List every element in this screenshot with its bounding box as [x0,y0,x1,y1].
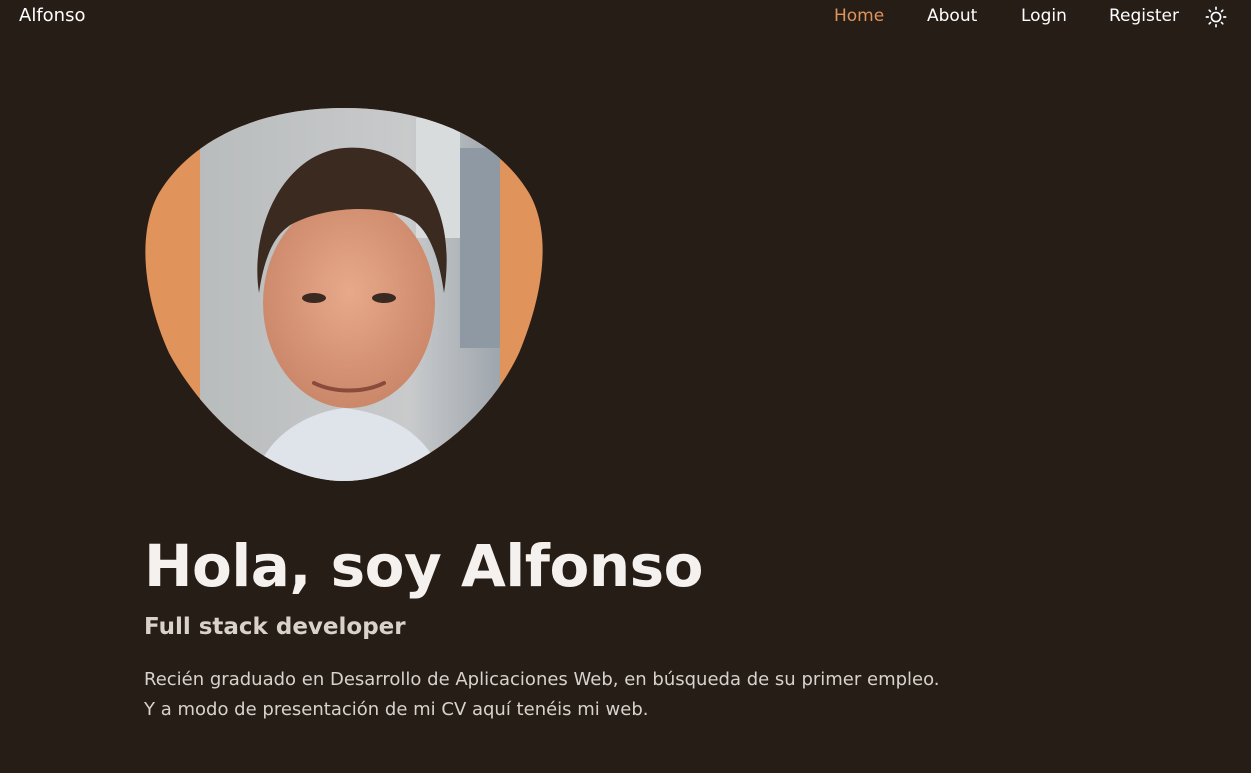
brand-link[interactable]: Alfonso [19,5,85,26]
nav-about[interactable]: About [927,6,977,26]
top-navbar: Alfonso Home About Login Register [0,0,1251,34]
hero-title: Hola, soy Alfonso [144,532,704,600]
description-line: Y a modo de presentación de mi CV aquí t… [144,699,649,720]
hero-description: Recién graduado en Desarrollo de Aplicac… [144,665,1104,725]
hero-subtitle: Full stack developer [144,614,406,640]
theme-toggle-button[interactable] [1203,4,1229,30]
nav-home[interactable]: Home [834,6,884,26]
nav-register[interactable]: Register [1109,6,1179,26]
description-line: Recién graduado en Desarrollo de Aplicac… [144,669,940,690]
nav-login[interactable]: Login [1021,6,1067,26]
profile-photo [145,108,543,481]
sun-icon [1205,6,1227,28]
